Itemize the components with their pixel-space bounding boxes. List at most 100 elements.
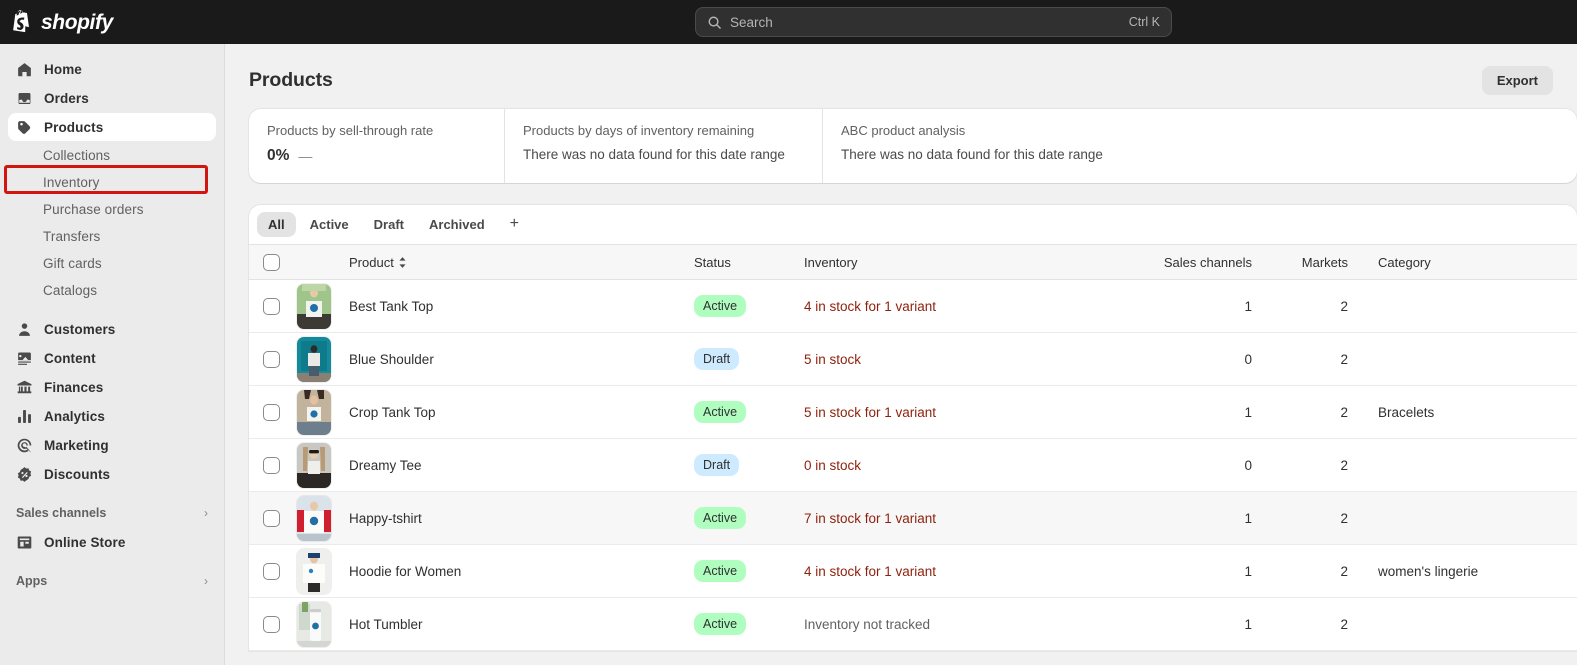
sidebar-item-transfers[interactable]: Transfers <box>8 223 216 250</box>
chevron-right-icon: › <box>204 506 208 520</box>
row-checkbox[interactable] <box>263 297 280 315</box>
table-row[interactable]: Blue Shoulder Draft 5 in stock 0 2 <box>249 333 1577 386</box>
column-header-markets: Markets <box>1266 244 1362 280</box>
row-category-cell: Bracelets <box>1378 404 1435 420</box>
row-status-cell: Active <box>686 598 796 651</box>
sidebar-item-marketing[interactable]: Marketing <box>8 431 216 459</box>
table-row[interactable]: Hoodie for Women Active 4 in stock for 1 v… <box>249 545 1577 598</box>
shopify-logo[interactable]: shopify <box>0 10 113 34</box>
sidebar-item-online-store[interactable]: Online Store <box>8 528 216 556</box>
products-page: Products Export Products by sell-through… <box>225 44 1577 665</box>
sidebar-item-content[interactable]: Content <box>8 344 216 372</box>
dreamy-tee-photo <box>297 442 331 488</box>
row-thumbnail-cell <box>289 545 341 598</box>
search-shortcut-hint: Ctrl K <box>1128 15 1160 29</box>
status-badge: Active <box>694 294 747 318</box>
row-markets-cell: 2 <box>1340 298 1348 314</box>
sidebar-section-apps[interactable]: Apps › <box>8 567 216 595</box>
blue-shoulder-photo <box>297 336 331 382</box>
sidebar-subitem-label: Catalogs <box>43 283 98 298</box>
row-markets-cell: 2 <box>1340 351 1348 367</box>
sidebar-item-discounts[interactable]: Discounts <box>8 460 216 488</box>
page-title: Products <box>249 69 333 91</box>
sidebar-item-catalogs[interactable]: Catalogs <box>8 277 216 304</box>
sidebar-item-collections[interactable]: Collections <box>8 142 216 169</box>
table-row[interactable]: Hot Tumbler Active Inventory not tracked 1 2 <box>249 598 1577 651</box>
happy-tshirt-photo <box>297 495 331 541</box>
sidebar-item-gift-cards[interactable]: Gift cards <box>8 250 216 277</box>
sidebar-item-inventory[interactable]: Inventory <box>8 169 216 196</box>
sidebar-item-analytics[interactable]: Analytics <box>8 402 216 430</box>
sidebar-section-sales-channels[interactable]: Sales channels › <box>8 499 216 527</box>
sidebar-divider-gap-2 <box>0 489 224 499</box>
table-row[interactable]: Dreamy Tee Draft 0 in stock 0 2 <box>249 439 1577 492</box>
row-inventory-cell: 4 in stock for 1 variant <box>796 545 1146 598</box>
sidebar-item-products[interactable]: Products <box>8 113 216 141</box>
table-row[interactable]: Best Tank Top Active 4 in stock for 1 vari… <box>249 280 1577 333</box>
sidebar-item-orders[interactable]: Orders <box>8 84 216 112</box>
products-tag-icon <box>18 120 31 134</box>
product-name-link[interactable]: Hoodie for Women <box>349 564 461 579</box>
tab-draft[interactable]: Draft <box>363 212 415 237</box>
products-table: Product Status Inventory Sales channels … <box>249 244 1577 651</box>
row-markets-cell: 2 <box>1340 616 1348 632</box>
shopify-bag-icon <box>13 10 30 33</box>
product-name-link[interactable]: Happy-tshirt <box>349 511 422 526</box>
table-row[interactable]: Happy-tshirt Active 7 in stock for 1 varia… <box>249 491 1577 545</box>
row-markets-cell: 2 <box>1340 563 1348 579</box>
product-name-link[interactable]: Hot Tumbler <box>349 617 423 632</box>
search-icon <box>708 16 721 29</box>
sidebar-item-label: Home <box>44 61 82 77</box>
column-header-label: Product <box>349 254 394 270</box>
product-name-link[interactable]: Dreamy Tee <box>349 458 422 473</box>
top-bar: shopify Search Ctrl K <box>0 0 1577 44</box>
row-product-cell: Happy-tshirt <box>341 492 686 545</box>
global-search-bar[interactable]: Search Ctrl K <box>695 7 1172 37</box>
product-sort-toggle[interactable]: Product <box>349 255 407 270</box>
add-tab-button[interactable]: + <box>499 214 530 236</box>
tab-archived[interactable]: Archived <box>418 212 496 237</box>
status-badge: Active <box>694 400 747 424</box>
product-name-link[interactable]: Crop Tank Top <box>349 405 436 420</box>
analytics-value-row: 0% — <box>267 147 486 165</box>
row-checkbox[interactable] <box>263 456 280 474</box>
row-inventory-cell: 5 in stock for 1 variant <box>796 386 1146 439</box>
row-checkbox[interactable] <box>263 562 280 580</box>
export-button[interactable]: Export <box>1481 66 1553 95</box>
sidebar-item-label: Content <box>44 350 96 366</box>
sidebar-item-label: Products <box>44 119 104 135</box>
sort-chevrons-icon <box>399 256 406 268</box>
table-row[interactable]: Crop Tank Top Active 5 in stock for 1 vari… <box>249 386 1577 439</box>
customers-icon <box>19 322 30 336</box>
product-name-link[interactable]: Blue Shoulder <box>349 352 434 367</box>
row-category-cell <box>1362 333 1577 386</box>
analytics-label: Products by sell-through rate <box>267 123 434 138</box>
analytics-sell-through-rate[interactable]: Products by sell-through rate 0% — <box>249 109 504 183</box>
sidebar-item-finances[interactable]: Finances <box>8 373 216 401</box>
tab-all[interactable]: All <box>257 212 296 237</box>
row-thumbnail-cell <box>289 386 341 439</box>
sidebar-item-purchase-orders[interactable]: Purchase orders <box>8 196 216 223</box>
sidebar-item-label: Analytics <box>44 408 105 424</box>
sidebar-item-home[interactable]: Home <box>8 55 216 83</box>
select-all-checkbox[interactable] <box>263 253 280 271</box>
row-checkbox[interactable] <box>263 350 280 368</box>
analytics-abc-product-analysis[interactable]: ABC product analysis There was no data f… <box>822 109 1577 183</box>
sidebar-item-customers[interactable]: Customers <box>8 315 216 343</box>
discounts-badge-icon <box>17 466 32 482</box>
tab-active[interactable]: Active <box>299 212 360 237</box>
page-header: Products Export <box>225 44 1577 109</box>
row-markets-cell: 2 <box>1340 404 1348 420</box>
row-checkbox[interactable] <box>263 615 280 633</box>
row-product-cell: Hoodie for Women <box>341 545 686 598</box>
row-checkbox[interactable] <box>263 509 280 527</box>
row-status-cell: Active <box>686 492 796 545</box>
analytics-days-inventory-remaining[interactable]: Products by days of inventory remaining … <box>504 109 822 183</box>
row-sales-channels-cell: 1 <box>1244 616 1252 632</box>
inventory-text: 0 in stock <box>804 457 862 473</box>
product-name-link[interactable]: Best Tank Top <box>349 299 433 314</box>
inventory-text: 4 in stock for 1 variant <box>804 563 937 579</box>
row-checkbox[interactable] <box>263 403 280 421</box>
sidebar-divider-gap-3 <box>0 557 224 567</box>
analytics-trend-dash: — <box>298 148 313 164</box>
